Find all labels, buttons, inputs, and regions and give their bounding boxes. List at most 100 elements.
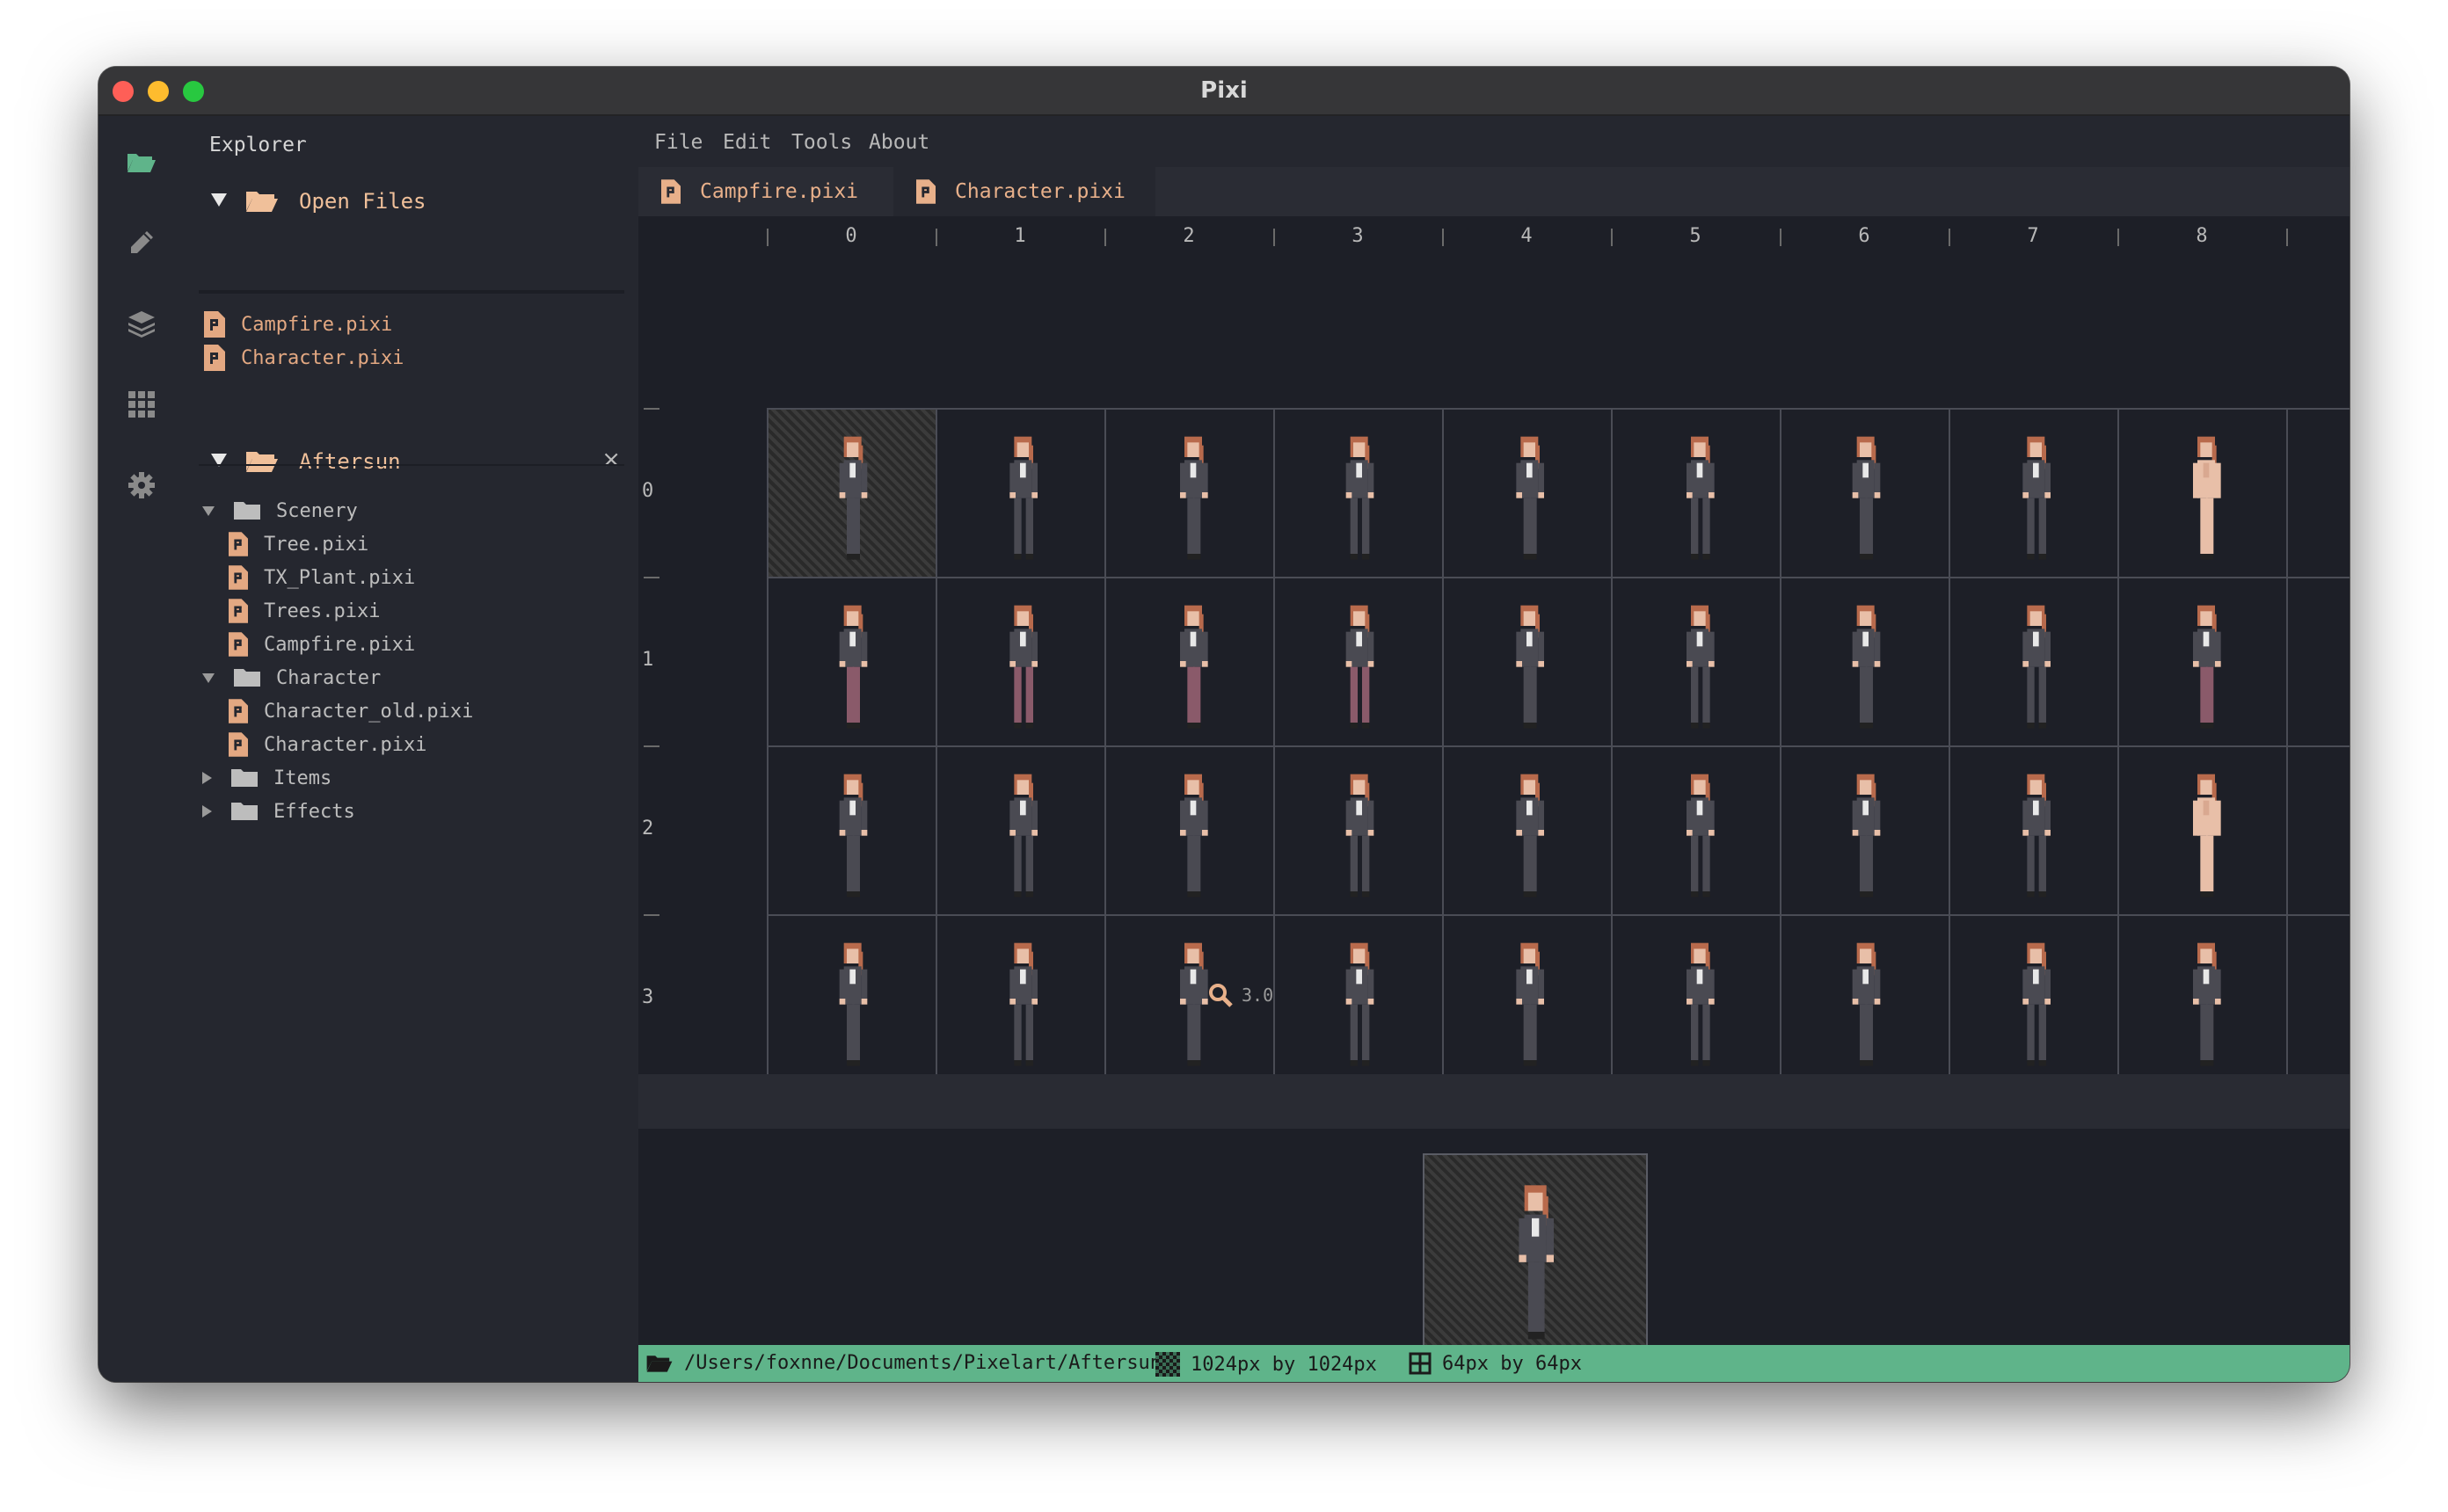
- sprite-cell[interactable]: [1949, 577, 2117, 745]
- tree-folder[interactable]: Scenery: [202, 494, 358, 527]
- tree-item-label: Trees.pixi: [264, 600, 381, 622]
- menu-tools[interactable]: Tools: [791, 131, 852, 154]
- column-label: 6: [1858, 225, 1870, 247]
- character-sprite: [2335, 937, 2350, 1074]
- ruler-tick: [1104, 229, 1106, 246]
- sprite-cell[interactable]: [767, 408, 936, 577]
- section-divider: [199, 292, 624, 294]
- gear-icon[interactable]: [124, 468, 159, 503]
- layers-icon[interactable]: [124, 306, 159, 341]
- sprite-cell[interactable]: [1442, 408, 1611, 577]
- character-sprite: [1491, 768, 1562, 912]
- tree-folder[interactable]: Items: [202, 761, 332, 795]
- sprite-cell[interactable]: [1442, 577, 1611, 745]
- sprite-cell[interactable]: [1273, 408, 1442, 577]
- sprite-cell[interactable]: [1273, 577, 1442, 745]
- sprite-cell[interactable]: [1611, 577, 1780, 745]
- sprite-cell[interactable]: [767, 914, 936, 1074]
- sprite-cell[interactable]: [1273, 914, 1442, 1074]
- ruler-tick: [644, 914, 659, 916]
- character-sprite: [2167, 937, 2237, 1074]
- zoom-level: 3.0: [1242, 985, 1274, 1006]
- tree-file[interactable]: Character_old.pixi: [229, 694, 473, 728]
- sprite-cell[interactable]: [1611, 914, 1780, 1074]
- sprite-cell[interactable]: [1442, 745, 1611, 914]
- column-label: 0: [845, 225, 857, 247]
- sprite-cell[interactable]: [1104, 577, 1273, 745]
- open-file-item[interactable]: Character.pixi: [204, 341, 404, 374]
- sprite-cell[interactable]: [1442, 914, 1611, 1074]
- column-label: 3: [1352, 225, 1364, 247]
- sprite-cell[interactable]: [1780, 914, 1949, 1074]
- status-path-label: /Users/foxnne/Documents/Pixelart/Aftersu…: [684, 1352, 1162, 1374]
- sprite-cell[interactable]: [767, 745, 936, 914]
- tree-file[interactable]: Campfire.pixi: [229, 628, 415, 661]
- sprite-cell[interactable]: [1611, 408, 1780, 577]
- tree-file[interactable]: Character.pixi: [229, 728, 426, 761]
- character-sprite: [1660, 431, 1730, 575]
- sprite-cell[interactable]: [936, 914, 1104, 1074]
- sprite-cell[interactable]: [1780, 745, 1949, 914]
- pencil-icon[interactable]: [124, 225, 159, 260]
- folder-open-icon[interactable]: [124, 144, 159, 179]
- pixi-file-icon: [229, 632, 248, 657]
- sprite-cell[interactable]: [1949, 408, 2117, 577]
- tree-folder[interactable]: Character: [202, 661, 381, 694]
- sprite-cell[interactable]: [2117, 914, 2286, 1074]
- sprite-cell[interactable]: [936, 745, 1104, 914]
- pixi-file-icon: [916, 179, 936, 204]
- column-label: 1: [1014, 225, 1026, 247]
- tab-label: Campfire.pixi: [700, 180, 859, 203]
- sprite-cell[interactable]: [1949, 914, 2117, 1074]
- open-files-header[interactable]: Open Files: [185, 174, 638, 229]
- sprite-cell[interactable]: [936, 577, 1104, 745]
- project-header[interactable]: Aftersun ×: [185, 434, 638, 489]
- menu-file[interactable]: File: [654, 131, 703, 154]
- status-canvas-size-label: 1024px by 1024px: [1191, 1353, 1377, 1376]
- sprite-cell[interactable]: [2286, 577, 2350, 745]
- sprite-grid[interactable]: [767, 408, 2350, 1074]
- character-sprite: [2167, 431, 2237, 575]
- menu-about[interactable]: About: [869, 131, 929, 154]
- sprite-cell[interactable]: [2286, 408, 2350, 577]
- sprite-cell[interactable]: [2286, 745, 2350, 914]
- character-sprite: [1829, 431, 1899, 575]
- column-label: 7: [2027, 225, 2039, 247]
- close-icon[interactable]: ×: [601, 447, 621, 473]
- horizontal-scrollbar[interactable]: [638, 1074, 2350, 1129]
- sprite-cell[interactable]: [1780, 408, 1949, 577]
- tree-file[interactable]: Tree.pixi: [229, 527, 368, 561]
- tree-file[interactable]: Trees.pixi: [229, 594, 380, 628]
- sprite-cell[interactable]: [2286, 914, 2350, 1074]
- ruler-tick: [644, 745, 659, 747]
- sprite-canvas[interactable]: 0123456789 0123 3.0: [638, 216, 2350, 1074]
- character-sprite: [985, 768, 1055, 912]
- tab-character[interactable]: Character.pixi: [893, 167, 1155, 216]
- sprite-cell[interactable]: [767, 577, 936, 745]
- folder-icon: [231, 769, 258, 787]
- sprite-cell[interactable]: [936, 408, 1104, 577]
- sprite-cell[interactable]: [1273, 745, 1442, 914]
- sprite-cell[interactable]: [1780, 577, 1949, 745]
- tree-folder[interactable]: Effects: [202, 795, 355, 828]
- sprite-cell[interactable]: [2117, 745, 2286, 914]
- sprite-cell[interactable]: [2117, 408, 2286, 577]
- pixi-file-icon: [229, 565, 248, 590]
- menu-edit[interactable]: Edit: [723, 131, 771, 154]
- grid-icon[interactable]: [124, 387, 159, 422]
- sprite-cell[interactable]: [1949, 745, 2117, 914]
- sprite-cell[interactable]: [2117, 577, 2286, 745]
- ruler-tick: [1949, 229, 1950, 246]
- character-sprite: [2167, 600, 2237, 744]
- tab-campfire[interactable]: Campfire.pixi: [661, 167, 890, 216]
- column-label: 5: [1689, 225, 1701, 247]
- tree-file[interactable]: TX_Plant.pixi: [229, 561, 415, 594]
- open-file-item[interactable]: Campfire.pixi: [204, 308, 392, 341]
- sprite-cell[interactable]: [1104, 745, 1273, 914]
- row-label: 2: [642, 818, 654, 840]
- project-label: Aftersun: [299, 449, 401, 474]
- sprite-cell[interactable]: [1104, 408, 1273, 577]
- tab-bar: Campfire.pixi Character.pixi: [638, 167, 2350, 216]
- sprite-cell[interactable]: [1611, 745, 1780, 914]
- activity-bar: [98, 116, 185, 1382]
